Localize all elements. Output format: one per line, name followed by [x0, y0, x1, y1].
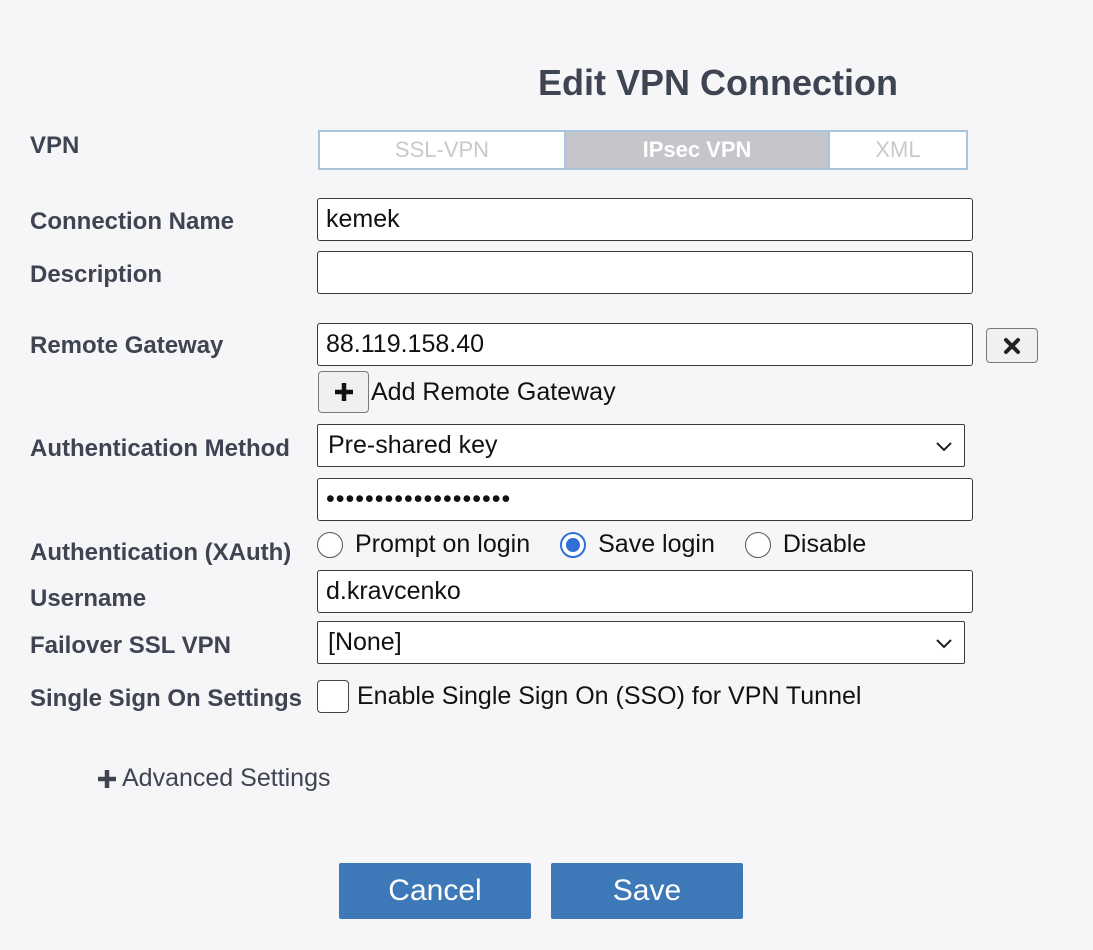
remote-gateway-label: Remote Gateway: [30, 332, 224, 359]
description-input[interactable]: [317, 251, 973, 294]
xauth-radio-group: Prompt on login Save login Disable: [317, 530, 896, 559]
add-remote-gateway-label[interactable]: Add Remote Gateway: [371, 378, 616, 407]
vpn-type-ssl[interactable]: SSL-VPN: [320, 132, 566, 168]
cancel-button[interactable]: Cancel: [339, 863, 531, 919]
remote-gateway-input[interactable]: 88.119.158.40: [317, 323, 973, 366]
auth-method-value: Pre-shared key: [328, 431, 498, 459]
sso-checkbox[interactable]: [317, 680, 349, 713]
username-label: Username: [30, 585, 147, 612]
dialog-title: Edit VPN Connection: [538, 62, 898, 103]
auth-method-select[interactable]: Pre-shared key: [317, 424, 965, 467]
failover-value: [None]: [328, 628, 402, 656]
chevron-down-icon: [936, 441, 952, 451]
xauth-option-label: Save login: [598, 530, 715, 558]
xauth-option-save[interactable]: Save login: [560, 530, 715, 559]
save-button[interactable]: Save: [551, 863, 743, 919]
failover-label: Failover SSL VPN: [30, 632, 231, 659]
sso-checkbox-row[interactable]: Enable Single Sign On (SSO) for VPN Tunn…: [317, 680, 861, 713]
auth-method-label: Authentication Method: [30, 435, 290, 462]
plus-icon: [334, 383, 353, 401]
vpn-type-segmented-control: SSL-VPN IPsec VPN XML: [318, 130, 968, 170]
radio-button[interactable]: [744, 531, 771, 558]
connection-name-input[interactable]: kemek: [317, 198, 973, 241]
connection-name-label: Connection Name: [30, 208, 235, 235]
close-icon: [1004, 337, 1020, 354]
plus-icon: [98, 769, 116, 788]
username-input[interactable]: d.kravcenko: [317, 570, 973, 613]
vpn-label: VPN: [30, 132, 80, 159]
sso-label: Single Sign On Settings: [30, 685, 303, 712]
chevron-down-icon: [936, 638, 952, 648]
radio-button[interactable]: [317, 531, 343, 558]
radio-button[interactable]: [560, 531, 587, 558]
vpn-type-ipsec[interactable]: IPsec VPN: [566, 132, 830, 168]
xauth-option-label: Prompt on login: [355, 530, 531, 558]
advanced-settings-label: Advanced Settings: [122, 764, 331, 792]
sso-checkbox-label: Enable Single Sign On (SSO) for VPN Tunn…: [357, 682, 862, 710]
xauth-option-prompt[interactable]: Prompt on login: [317, 530, 530, 559]
description-label: Description: [30, 261, 163, 288]
auth-xauth-label: Authentication (XAuth): [30, 539, 292, 566]
remove-gateway-button[interactable]: [986, 328, 1038, 363]
advanced-settings-toggle[interactable]: Advanced Settings: [96, 764, 330, 793]
add-remote-gateway-button[interactable]: [318, 371, 369, 413]
pre-shared-key-input[interactable]: •••••••••••••••••••: [317, 478, 973, 521]
xauth-option-disable[interactable]: Disable: [744, 530, 867, 559]
xauth-option-label: Disable: [782, 530, 867, 558]
failover-select[interactable]: [None]: [317, 621, 965, 664]
vpn-type-xml[interactable]: XML: [830, 132, 966, 168]
